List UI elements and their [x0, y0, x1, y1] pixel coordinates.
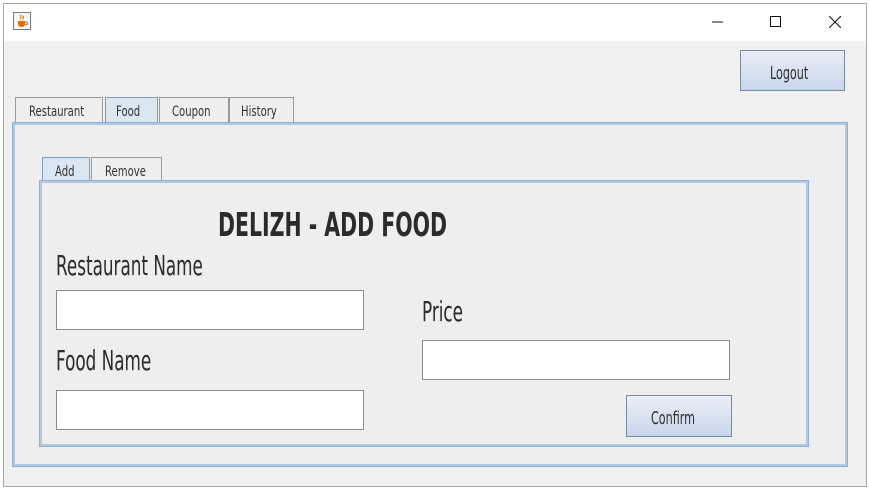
price-input[interactable]: [422, 340, 730, 380]
title-bar: [4, 4, 866, 41]
logout-label: Logout: [770, 63, 809, 84]
tab-coupon-label: Coupon: [172, 104, 211, 120]
maximize-icon: [770, 16, 781, 27]
close-icon: [829, 16, 841, 28]
tab-restaurant[interactable]: Restaurant: [15, 97, 103, 123]
tab-history[interactable]: History: [229, 97, 294, 123]
tab-restaurant-label: Restaurant: [29, 104, 85, 120]
logout-button[interactable]: Logout: [740, 50, 845, 91]
java-cup-icon: [13, 12, 31, 30]
confirm-label: Confirm: [651, 408, 695, 429]
subtab-remove-label: Remove: [105, 164, 146, 180]
price-label: Price: [422, 295, 463, 328]
minimize-icon: [712, 21, 723, 23]
restaurant-name-label: Restaurant Name: [56, 249, 203, 282]
food-name-label: Food Name: [56, 344, 152, 377]
confirm-button[interactable]: Confirm: [626, 395, 732, 437]
restaurant-name-input[interactable]: [56, 290, 364, 330]
subtab-add-label: Add: [55, 164, 75, 180]
tab-history-label: History: [241, 104, 277, 120]
form-title: DELIZH - ADD FOOD: [218, 205, 447, 244]
tab-food[interactable]: Food: [105, 97, 158, 123]
tab-coupon[interactable]: Coupon: [159, 97, 229, 123]
minimize-button[interactable]: [690, 4, 748, 41]
tab-food-label: Food: [116, 104, 141, 120]
food-name-input[interactable]: [56, 390, 364, 430]
maximize-button[interactable]: [748, 4, 806, 41]
close-button[interactable]: [807, 4, 865, 41]
subtab-remove[interactable]: Remove: [91, 157, 162, 183]
subtab-add[interactable]: Add: [42, 157, 90, 183]
